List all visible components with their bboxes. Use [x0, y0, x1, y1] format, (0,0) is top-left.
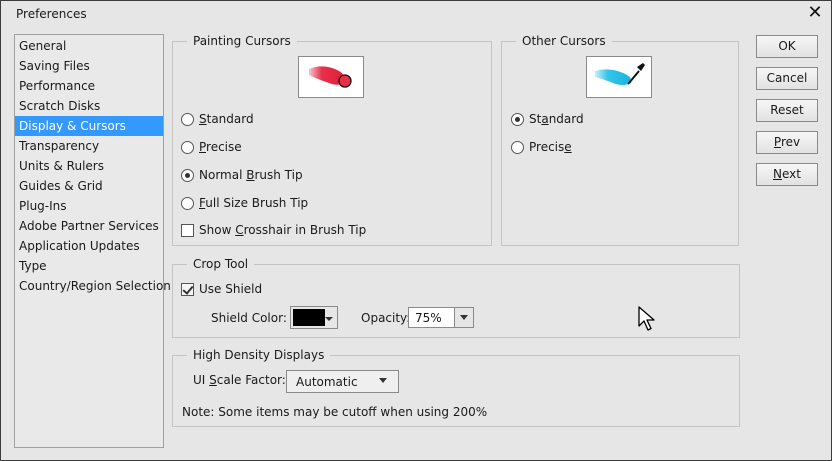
high-density-legend: High Density Displays — [187, 348, 331, 362]
show-crosshair-option[interactable]: Show Crosshair in Brush Tip — [181, 222, 366, 238]
painting-full-size-brush-tip-radio[interactable] — [181, 196, 194, 210]
close-icon[interactable]: ✕ — [805, 3, 825, 23]
title-bar: Preferences ✕ — [1, 1, 831, 27]
chevron-down-icon — [374, 371, 398, 392]
painting-cursors-legend: Painting Cursors — [187, 34, 297, 48]
other-standard-option[interactable]: Standard — [511, 111, 584, 127]
use-shield-option[interactable]: Use Shield — [181, 281, 262, 297]
prev-button[interactable]: Prev — [756, 131, 818, 154]
sidebar-item-general[interactable]: General — [15, 36, 163, 56]
sidebar-item-application-updates[interactable]: Application Updates — [15, 236, 163, 256]
sidebar-item-units-rulers[interactable]: Units & Rulers — [15, 156, 163, 176]
painting-precise-label: Precise — [199, 140, 242, 154]
reset-button[interactable]: Reset — [756, 99, 818, 122]
cancel-button[interactable]: Cancel — [756, 67, 818, 90]
painting-normal-brush-tip-option[interactable]: Normal Brush Tip — [181, 167, 303, 183]
ui-scale-factor-dropdown[interactable]: Automatic — [286, 370, 399, 393]
sidebar-item-adobe-partner-services[interactable]: Adobe Partner Services — [15, 216, 163, 236]
painting-precise-radio[interactable] — [181, 140, 194, 154]
painting-normal-brush-tip-radio[interactable] — [181, 168, 194, 182]
painting-standard-radio[interactable] — [181, 112, 194, 126]
use-shield-checkbox[interactable] — [181, 282, 194, 296]
painting-full-size-brush-tip-option[interactable]: Full Size Brush Tip — [181, 195, 308, 211]
crop-tool-legend: Crop Tool — [187, 257, 255, 271]
sidebar-item-display-cursors[interactable]: Display & Cursors — [15, 116, 163, 136]
other-precise-radio[interactable] — [511, 140, 524, 154]
high-density-note: Note: Some items may be cutoff when usin… — [182, 405, 488, 419]
window-title: Preferences — [16, 7, 87, 21]
painting-cursor-preview — [298, 56, 364, 98]
other-standard-radio[interactable] — [511, 112, 524, 126]
sidebar-item-country-region[interactable]: Country/Region Selection — [15, 276, 171, 296]
show-crosshair-checkbox[interactable] — [181, 223, 194, 237]
show-crosshair-label: Show Crosshair in Brush Tip — [199, 223, 367, 237]
other-precise-label: Precise — [529, 140, 572, 154]
painting-standard-option[interactable]: Standard — [181, 111, 254, 127]
eyedropper-cyan-stroke-icon — [595, 63, 645, 85]
chevron-down-icon[interactable] — [454, 308, 473, 327]
shield-color-swatch — [293, 309, 325, 326]
red-brush-stroke-icon — [309, 66, 352, 88]
other-cursors-legend: Other Cursors — [516, 34, 612, 48]
ui-scale-factor-value: Automatic — [296, 375, 358, 389]
sidebar-item-transparency[interactable]: Transparency — [15, 136, 163, 156]
arrow-cursor-icon — [638, 306, 655, 331]
ok-button[interactable]: OK — [756, 35, 818, 58]
opacity-value: 75% — [415, 311, 442, 325]
sidebar-item-plug-ins[interactable]: Plug-Ins — [15, 196, 163, 216]
painting-precise-option[interactable]: Precise — [181, 139, 242, 155]
other-precise-option[interactable]: Precise — [511, 139, 572, 155]
preferences-dialog: Preferences ✕ General Saving Files Perfo… — [0, 0, 832, 461]
painting-full-size-brush-tip-label: Full Size Brush Tip — [199, 196, 309, 210]
ui-scale-factor-label: UI Scale Factor: — [193, 373, 286, 387]
sidebar-item-guides-grid[interactable]: Guides & Grid — [15, 176, 163, 196]
next-button[interactable]: Next — [756, 163, 818, 186]
shield-color-label: Shield Color: — [211, 311, 287, 325]
painting-normal-brush-tip-label: Normal Brush Tip — [199, 168, 303, 182]
opacity-label: Opacity: — [361, 311, 411, 325]
sidebar-item-scratch-disks[interactable]: Scratch Disks — [15, 96, 163, 116]
shield-color-picker[interactable] — [290, 306, 338, 329]
sidebar-item-saving-files[interactable]: Saving Files — [15, 56, 163, 76]
chevron-down-icon — [325, 317, 333, 321]
sidebar-item-performance[interactable]: Performance — [15, 76, 163, 96]
other-standard-label: Standard — [529, 112, 584, 126]
painting-standard-label: Standard — [199, 112, 254, 126]
sidebar-item-type[interactable]: Type — [15, 256, 163, 276]
use-shield-label: Use Shield — [199, 282, 263, 296]
other-cursor-preview — [586, 56, 652, 98]
sidebar-category-list[interactable]: General Saving Files Performance Scratch… — [14, 34, 171, 448]
opacity-dropdown[interactable]: 75% — [408, 307, 474, 328]
